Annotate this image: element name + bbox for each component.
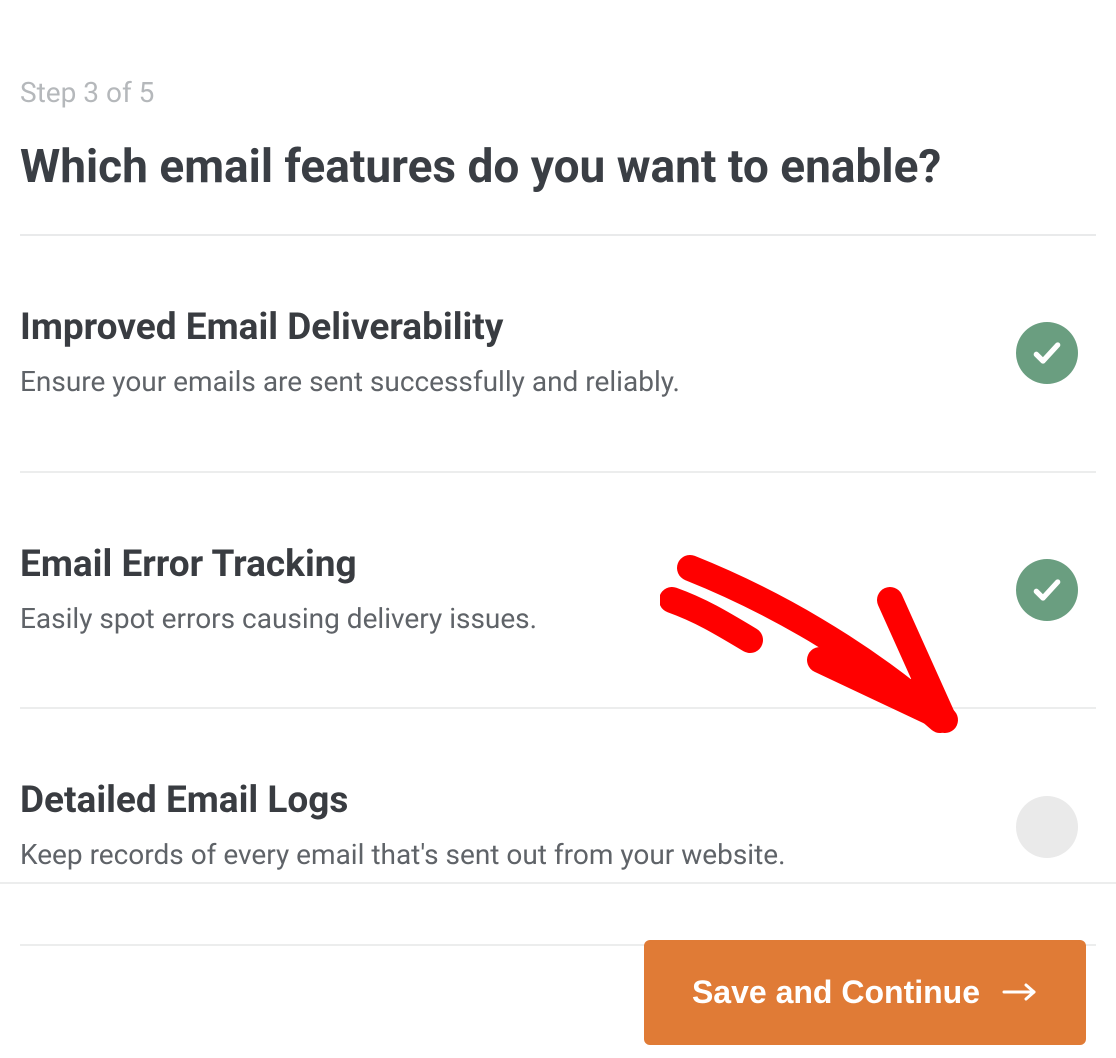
check-icon [1031, 574, 1063, 606]
check-icon [1031, 337, 1063, 369]
feature-description: Keep records of every email that's sent … [20, 836, 785, 874]
feature-description: Ensure your emails are sent successfully… [20, 363, 680, 401]
toggle-deliverability[interactable] [1016, 322, 1078, 384]
feature-row-error-tracking: Email Error Tracking Easily spot errors … [20, 473, 1096, 710]
toggle-error-tracking[interactable] [1016, 559, 1078, 621]
save-button-label: Save and Continue [692, 974, 980, 1011]
footer: Save and Continue [644, 882, 1086, 1045]
arrow-right-icon [1002, 974, 1038, 1011]
feature-title: Detailed Email Logs [20, 779, 785, 822]
feature-title: Email Error Tracking [20, 543, 537, 586]
setup-wizard-step: Step 3 of 5 Which email features do you … [0, 0, 1116, 946]
toggle-email-logs[interactable] [1016, 796, 1078, 858]
save-and-continue-button[interactable]: Save and Continue [644, 940, 1086, 1045]
feature-description: Easily spot errors causing delivery issu… [20, 600, 537, 638]
feature-text: Detailed Email Logs Keep records of ever… [20, 779, 785, 874]
step-indicator: Step 3 of 5 [20, 76, 1096, 109]
feature-text: Email Error Tracking Easily spot errors … [20, 543, 537, 638]
feature-title: Improved Email Deliverability [20, 306, 680, 349]
feature-row-deliverability: Improved Email Deliverability Ensure you… [20, 236, 1096, 473]
page-title: Which email features do you want to enab… [20, 141, 1096, 236]
feature-text: Improved Email Deliverability Ensure you… [20, 306, 680, 401]
